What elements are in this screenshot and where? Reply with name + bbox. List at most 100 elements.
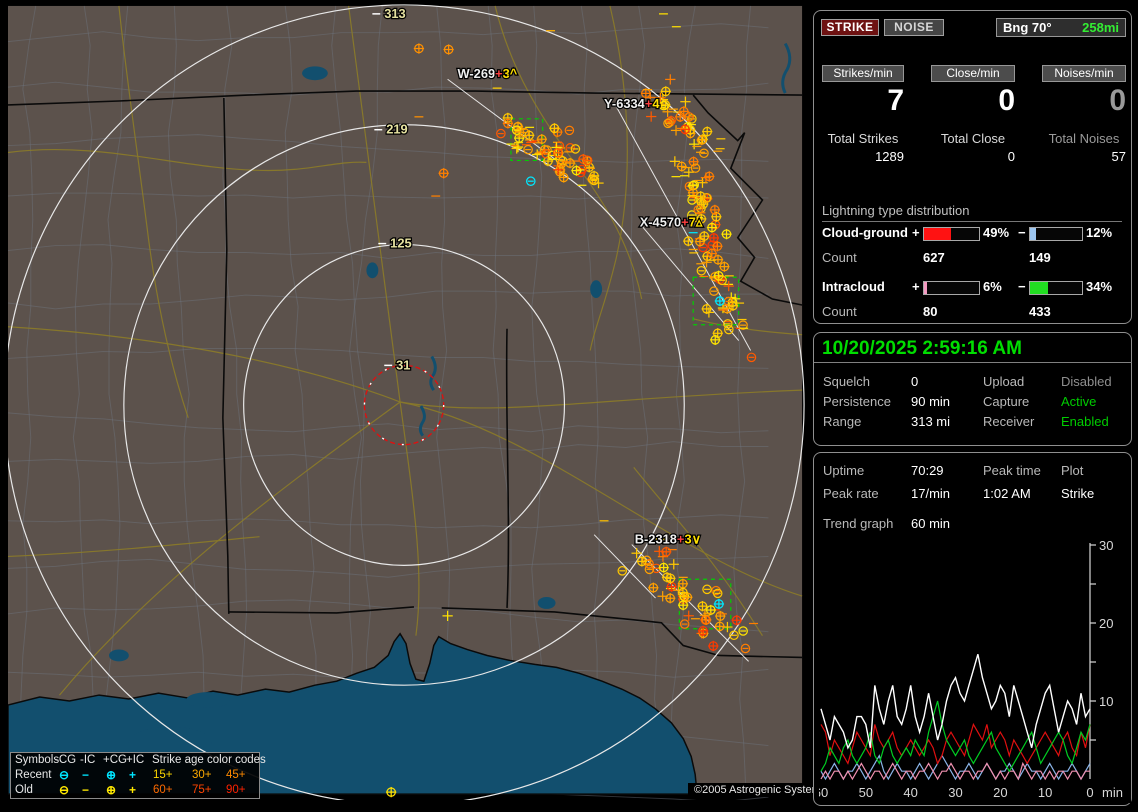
svg-text:20: 20 [1099, 616, 1113, 631]
legend-old-symbol-icon: − [82, 783, 90, 797]
cg-minus-count: 149 [1029, 250, 1051, 265]
total-strikes-value: 1289 [875, 149, 904, 164]
peak-time-value: 1:02 AM [983, 486, 1031, 501]
total-strikes-label: Total Strikes [827, 131, 899, 146]
legend-age-header: Strike age color codes [152, 754, 266, 766]
legend-age-value: 75+ [192, 784, 212, 796]
storm-cell-label: Y-6334+4 [604, 96, 660, 111]
noises-per-min-value: 0 [1109, 84, 1126, 117]
distribution-title: Lightning type distribution [822, 203, 1122, 222]
legend-age-value: 30+ [192, 769, 212, 781]
plot-value: Strike [1061, 486, 1095, 501]
lightning-map[interactable]: 31 125 219 313 W-269+3^ Y-6334+4 X-4570+7▵ B-2… [8, 4, 810, 800]
peak-rate-value: 17/min [911, 486, 951, 501]
strikes-per-min-button[interactable]: Strikes/min [822, 65, 904, 82]
persistence-value: 90 min [911, 394, 951, 409]
svg-text:60: 60 [819, 785, 828, 800]
uptime-value: 70:29 [911, 463, 944, 478]
range-value: 313 mi [911, 414, 951, 429]
ic-minus-count: 433 [1029, 304, 1051, 319]
close-per-min-button[interactable]: Close/min [931, 65, 1015, 82]
trend-graph-label: Trend graph [823, 516, 894, 531]
copyright-text: ©2005 Astrogenic Systems [688, 783, 833, 797]
cg-minus-bar-fill [1030, 228, 1037, 240]
datetime-display: 10/20/2025 2:59:16 AM [822, 338, 1022, 359]
squelch-label: Squelch [823, 374, 870, 389]
svg-text:0: 0 [1086, 785, 1093, 800]
plot-label: Plot [1061, 463, 1084, 478]
legend-old-symbol-icon: ⊕ [106, 783, 117, 797]
legend-age-value: 90+ [226, 784, 246, 796]
svg-text:min: min [1102, 785, 1123, 800]
cg-plus-pct: 49% [983, 225, 1010, 240]
bearing-label: Bng 70° [1003, 20, 1052, 35]
noise-mode-button[interactable]: NOISE [884, 19, 944, 36]
storm-cell-label: X-4570+7▵ [640, 215, 703, 230]
trend-graph-value: 60 min [911, 516, 951, 531]
ic-count-label: Count [822, 304, 857, 319]
total-noises-value: 57 [1111, 149, 1126, 164]
ic-plus-sign: + [912, 279, 920, 294]
total-close-label: Total Close [940, 131, 1006, 146]
peak-rate-label: Peak rate [823, 486, 879, 501]
svg-text:10: 10 [1099, 694, 1113, 709]
svg-text:50: 50 [859, 785, 873, 800]
counters-panel: STRIKE NOISE Bng 70° 258mi Strikes/min C… [813, 10, 1132, 324]
storm-cell-label: W-269+3^ [458, 66, 518, 81]
strike-mode-button[interactable]: STRIKE [821, 19, 879, 36]
bearing-distance: 258mi [1082, 20, 1119, 35]
legend-row-label: Recent [15, 769, 52, 781]
cg-minus-pct: 12% [1086, 225, 1113, 240]
noises-per-min-button[interactable]: Noises/min [1042, 65, 1126, 82]
legend-type-header: +CG [103, 754, 127, 766]
svg-text:125: 125 [390, 236, 411, 251]
capture-label: Capture [983, 394, 1030, 409]
cloud-ground-label: Cloud-ground [822, 225, 908, 240]
legend-old-symbol-icon: + [129, 783, 137, 797]
legend-type-header: -IC [80, 754, 96, 766]
total-noises-label: Total Noises [1048, 131, 1120, 146]
datetime-divider [814, 362, 1132, 363]
legend-recent-symbol-icon: + [129, 768, 137, 782]
cg-plus-count: 627 [923, 250, 945, 265]
legend-row-label: Old [15, 784, 33, 796]
cg-count-label: Count [822, 250, 857, 265]
upload-label: Upload [983, 374, 1025, 389]
cg-plus-bar-fill [924, 228, 951, 240]
storm-cell-label: B-2318+3∨ [635, 532, 701, 547]
peak-time-label: Peak time [983, 463, 1041, 478]
ic-minus-sign: − [1018, 279, 1026, 294]
svg-text:219: 219 [386, 122, 407, 137]
bearing-display: Bng 70° 258mi [996, 18, 1126, 37]
range-label: Range [823, 414, 862, 429]
receiver-value: Enabled [1061, 414, 1109, 429]
legend-recent-symbol-icon: ⊖ [59, 768, 70, 782]
legend-symbols-header: Symbols [15, 754, 60, 766]
svg-text:40: 40 [903, 785, 917, 800]
upload-value: Disabled [1061, 374, 1112, 389]
intracloud-label: Intracloud [822, 279, 885, 294]
legend-age-value: 45+ [226, 769, 246, 781]
uptime-label: Uptime [823, 463, 865, 478]
ic-minus-bar [1029, 281, 1083, 295]
cg-minus-sign: − [1018, 225, 1026, 240]
legend-type-header: +IC [126, 754, 145, 766]
svg-text:10: 10 [1038, 785, 1052, 800]
cg-plus-sign: + [912, 225, 920, 240]
svg-text:30: 30 [1099, 539, 1113, 553]
close-per-min-value: 0 [998, 84, 1015, 117]
legend-type-header: -CG [55, 754, 77, 766]
ic-minus-pct: 34% [1086, 279, 1113, 294]
svg-text:31: 31 [396, 357, 410, 372]
capture-value: Active [1061, 394, 1097, 409]
ic-minus-bar-fill [1030, 282, 1048, 294]
svg-text:20: 20 [993, 785, 1007, 800]
lightning-tracker-app: 31 125 219 313 W-269+3^ Y-6334+4 X-4570+7▵ B-2… [0, 0, 1138, 812]
legend-age-value: 60+ [153, 784, 173, 796]
cg-plus-bar [923, 227, 980, 241]
total-close-value: 0 [1007, 149, 1015, 164]
legend-old-symbol-icon: ⊖ [59, 783, 70, 797]
ic-plus-bar-fill [924, 282, 928, 294]
svg-text:30: 30 [948, 785, 962, 800]
status-panel: 10/20/2025 2:59:16 AM Squelch 0 Upload D… [813, 332, 1132, 446]
